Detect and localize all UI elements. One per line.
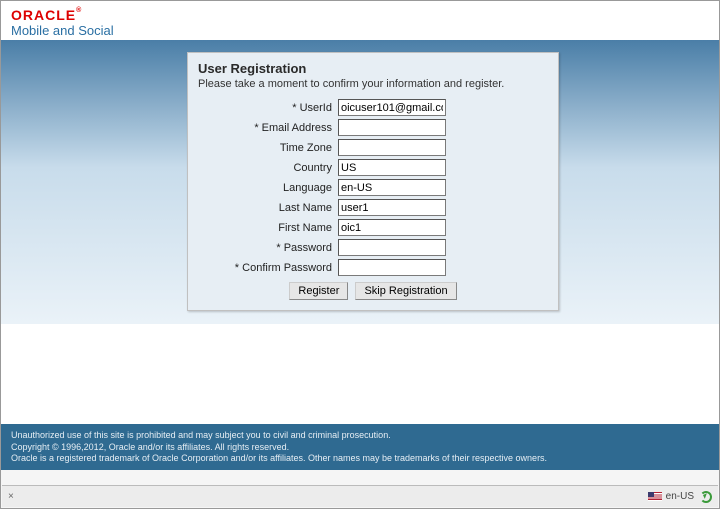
main-content: User Registration Please take a moment t… bbox=[1, 40, 719, 324]
confirm-password-label: * Confirm Password bbox=[198, 262, 338, 274]
page-footer: Unauthorized use of this site is prohibi… bbox=[1, 424, 719, 470]
firstname-input[interactable] bbox=[338, 219, 446, 236]
trademark-symbol: ® bbox=[76, 7, 81, 14]
firstname-label: First Name bbox=[198, 222, 338, 234]
us-flag-icon bbox=[648, 492, 662, 501]
status-bar: × en-US bbox=[2, 485, 718, 507]
password-input[interactable] bbox=[338, 239, 446, 256]
confirm-password-input[interactable] bbox=[338, 259, 446, 276]
oracle-logo: ORACLE® bbox=[11, 7, 81, 23]
content-gap bbox=[1, 324, 719, 424]
registration-form-panel: User Registration Please take a moment t… bbox=[187, 52, 559, 311]
language-label: Language bbox=[198, 182, 338, 194]
country-label: Country bbox=[198, 162, 338, 174]
timezone-input[interactable] bbox=[338, 139, 446, 156]
footer-line-3: Oracle is a registered trademark of Orac… bbox=[11, 453, 709, 465]
email-label: * Email Address bbox=[198, 122, 338, 134]
lastname-label: Last Name bbox=[198, 202, 338, 214]
form-button-row: Register Skip Registration bbox=[198, 282, 548, 300]
userid-input[interactable] bbox=[338, 99, 446, 116]
language-input[interactable] bbox=[338, 179, 446, 196]
brand-text: ORACLE bbox=[11, 7, 76, 23]
app-subtitle: Mobile and Social bbox=[11, 23, 709, 38]
form-description: Please take a moment to confirm your inf… bbox=[198, 78, 548, 91]
register-button[interactable]: Register bbox=[289, 282, 348, 300]
close-icon[interactable]: × bbox=[2, 491, 20, 502]
userid-label: * UserId bbox=[198, 102, 338, 114]
footer-line-1: Unauthorized use of this site is prohibi… bbox=[11, 430, 709, 442]
footer-line-2: Copyright © 1996,2012, Oracle and/or its… bbox=[11, 442, 709, 454]
email-input[interactable] bbox=[338, 119, 446, 136]
password-label: * Password bbox=[198, 242, 338, 254]
timezone-label: Time Zone bbox=[198, 142, 338, 154]
form-title: User Registration bbox=[198, 61, 548, 76]
app-header: ORACLE® Mobile and Social bbox=[1, 1, 719, 40]
locale-text: en-US bbox=[666, 491, 694, 502]
skip-registration-button[interactable]: Skip Registration bbox=[355, 282, 456, 300]
lastname-input[interactable] bbox=[338, 199, 446, 216]
country-input[interactable] bbox=[338, 159, 446, 176]
reload-icon[interactable] bbox=[700, 491, 712, 503]
